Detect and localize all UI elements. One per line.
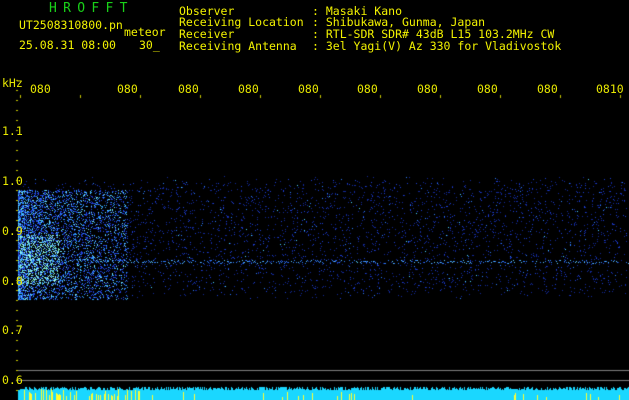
antenna-label: Receiving Antenna <box>179 39 297 53</box>
x-tick-1: 080 <box>30 82 51 96</box>
x-tick-2: 080 <box>117 82 138 96</box>
filename-label: UT2508310800.pn <box>19 18 123 32</box>
x-tick-8: 080 <box>477 82 498 96</box>
x-tick-10: 0810 <box>596 82 624 96</box>
x-tick-6: 080 <box>357 82 378 96</box>
app-title: HROFFT <box>49 1 134 16</box>
y-tick-5: 0.7 <box>2 323 23 337</box>
mode-label: meteor <box>124 25 166 39</box>
x-tick-3: 080 <box>178 82 199 96</box>
datetime-label: 25.08.31 08:00 <box>19 38 116 52</box>
y-tick-6: 0.6 <box>2 373 23 387</box>
y-tick-4: 0.8 <box>2 274 23 288</box>
y-tick-3: 0.9 <box>2 224 23 238</box>
y-tick-1: 1.1 <box>2 124 23 138</box>
x-tick-9: 080 <box>537 82 558 96</box>
x-tick-5: 080 <box>298 82 319 96</box>
x-tick-7: 080 <box>417 82 438 96</box>
y-axis-unit: kHz <box>2 76 23 90</box>
spectrogram-canvas <box>0 0 629 400</box>
y-tick-2: 1.0 <box>2 174 23 188</box>
x-tick-4: 080 <box>238 82 259 96</box>
value-label: 30_ <box>139 38 160 52</box>
antenna-value: : 3el Yagi(V) Az 330 for Vladivostok <box>312 39 562 53</box>
